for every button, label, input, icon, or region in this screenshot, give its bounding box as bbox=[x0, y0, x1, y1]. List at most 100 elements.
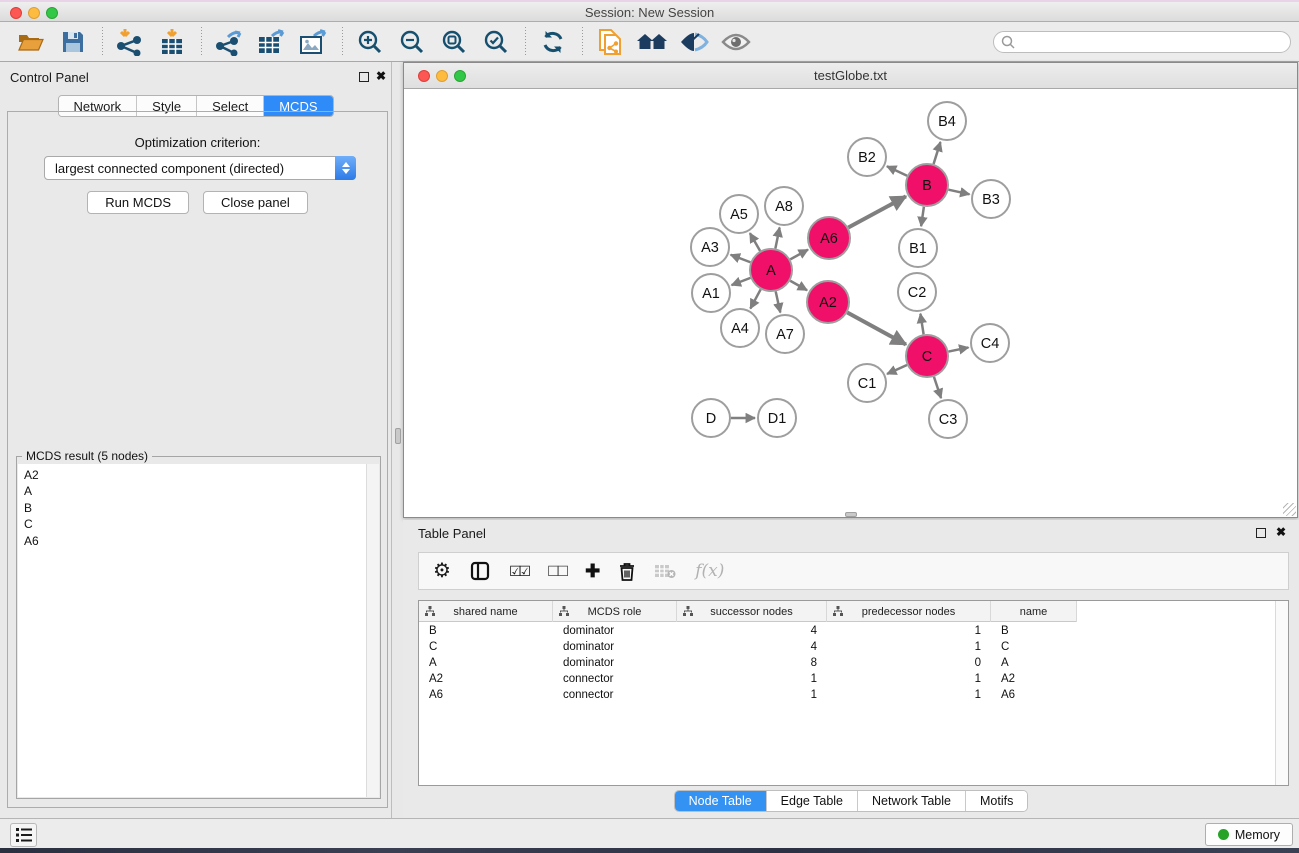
graph-node-A4[interactable]: A4 bbox=[721, 309, 759, 347]
table-row[interactable]: Bdominator41B bbox=[419, 623, 1288, 639]
tab-network-table[interactable]: Network Table bbox=[858, 791, 966, 811]
function-builder-icon[interactable]: f(x) bbox=[695, 561, 724, 581]
table-row[interactable]: A2connector11A2 bbox=[419, 671, 1288, 687]
add-column-icon[interactable]: ✚ bbox=[585, 561, 600, 582]
graph-node-B1[interactable]: B1 bbox=[899, 229, 937, 267]
mcds-result-list[interactable]: A2ABCA6 bbox=[18, 464, 379, 797]
mcds-result-item[interactable]: A6 bbox=[24, 533, 379, 549]
column-header-successor-nodes[interactable]: successor nodes bbox=[677, 601, 827, 622]
float-panel-icon[interactable] bbox=[359, 72, 369, 82]
graph-node-A1[interactable]: A1 bbox=[692, 274, 730, 312]
graph-node-C[interactable]: C bbox=[906, 335, 948, 377]
graph-node-D[interactable]: D bbox=[692, 399, 730, 437]
column-header-MCDS-role[interactable]: MCDS role bbox=[553, 601, 677, 622]
edge-B-B2[interactable] bbox=[887, 166, 907, 175]
edge-A-A3[interactable] bbox=[731, 255, 751, 262]
edge-A-A6[interactable] bbox=[790, 250, 808, 260]
mcds-result-item[interactable]: A2 bbox=[24, 467, 379, 483]
window-resize-grip[interactable] bbox=[1283, 503, 1296, 516]
close-panel-icon[interactable]: ✖ bbox=[376, 70, 386, 82]
export-image-icon[interactable] bbox=[296, 26, 330, 58]
import-network-icon[interactable] bbox=[113, 26, 147, 58]
run-mcds-button[interactable]: Run MCDS bbox=[87, 191, 189, 214]
table-row[interactable]: Cdominator41C bbox=[419, 639, 1288, 655]
graph-node-A5[interactable]: A5 bbox=[720, 195, 758, 233]
show-view-icon[interactable] bbox=[719, 26, 753, 58]
zoom-fit-icon[interactable] bbox=[437, 26, 471, 58]
column-header-shared-name[interactable]: shared name bbox=[419, 601, 553, 622]
graph-node-B2[interactable]: B2 bbox=[848, 138, 886, 176]
memory-button[interactable]: Memory bbox=[1205, 823, 1293, 846]
edge-B-B1[interactable] bbox=[921, 207, 924, 226]
tab-edge-table[interactable]: Edge Table bbox=[767, 791, 858, 811]
edge-A-A1[interactable] bbox=[732, 278, 751, 285]
edge-A-A5[interactable] bbox=[750, 233, 760, 251]
import-table-icon[interactable] bbox=[155, 26, 189, 58]
graph-node-C2[interactable]: C2 bbox=[898, 273, 936, 311]
export-table-icon[interactable] bbox=[254, 26, 288, 58]
edge-A-A4[interactable] bbox=[750, 289, 760, 308]
zoom-out-icon[interactable] bbox=[395, 26, 429, 58]
graph-node-A7[interactable]: A7 bbox=[766, 315, 804, 353]
show-columns-icon[interactable] bbox=[470, 561, 490, 581]
table-row[interactable]: A6connector11A6 bbox=[419, 687, 1288, 703]
graph-node-C4[interactable]: C4 bbox=[971, 324, 1009, 362]
edge-C-C3[interactable] bbox=[934, 377, 941, 398]
home-view-icon[interactable] bbox=[635, 26, 669, 58]
export-network-icon[interactable] bbox=[212, 26, 246, 58]
table-row[interactable]: Adominator80A bbox=[419, 655, 1288, 671]
graph-node-C1[interactable]: C1 bbox=[848, 364, 886, 402]
table-close-icon[interactable]: ✖ bbox=[1276, 526, 1286, 538]
result-list-scrollbar[interactable] bbox=[366, 464, 379, 797]
horizontal-scrollbar-thumb[interactable] bbox=[845, 512, 857, 517]
graph-node-B[interactable]: B bbox=[906, 164, 948, 206]
task-history-button[interactable] bbox=[10, 823, 37, 847]
graph-node-A[interactable]: A bbox=[750, 249, 792, 291]
mcds-result-item[interactable]: A bbox=[24, 483, 379, 499]
mcds-result-item[interactable]: C bbox=[24, 516, 379, 532]
graph-node-D1[interactable]: D1 bbox=[758, 399, 796, 437]
edge-A-A8[interactable] bbox=[775, 228, 779, 249]
graph-node-A8[interactable]: A8 bbox=[765, 187, 803, 225]
edge-A-A7[interactable] bbox=[776, 291, 781, 312]
unselect-all-checkboxes-icon[interactable]: ☐☐ bbox=[547, 563, 566, 580]
edge-B-B3[interactable] bbox=[948, 190, 969, 195]
graph-node-A6[interactable]: A6 bbox=[808, 217, 850, 259]
graph-node-B4[interactable]: B4 bbox=[928, 102, 966, 140]
close-panel-button[interactable]: Close panel bbox=[203, 191, 308, 214]
network-canvas[interactable]: B4 B2 B B3 A8A5 A6 A3 B1 A A1 C2 A2 A4A7 C4 C C1 C3 D D1 bbox=[404, 89, 1297, 517]
edge-A2-C[interactable] bbox=[847, 313, 906, 345]
tab-motifs[interactable]: Motifs bbox=[966, 791, 1027, 811]
clone-network-icon[interactable] bbox=[593, 26, 627, 58]
graph-node-A3[interactable]: A3 bbox=[691, 228, 729, 266]
edge-C-C2[interactable] bbox=[920, 314, 923, 335]
graph-node-A2[interactable]: A2 bbox=[807, 281, 849, 323]
delete-table-icon[interactable] bbox=[654, 563, 676, 579]
network-graph[interactable]: B4 B2 B B3 A8A5 A6 A3 B1 A A1 C2 A2 A4A7 C4 C C1 C3 D D1 bbox=[404, 89, 1297, 517]
edge-C-C4[interactable] bbox=[949, 347, 969, 351]
edge-A6-B[interactable] bbox=[848, 196, 906, 227]
table-float-icon[interactable] bbox=[1256, 528, 1266, 538]
hide-show-panels-icon[interactable] bbox=[677, 26, 711, 58]
optimization-criterion-select[interactable]: largest connected component (directed) bbox=[44, 156, 356, 180]
delete-columns-icon[interactable] bbox=[619, 562, 635, 581]
graph-node-C3[interactable]: C3 bbox=[929, 400, 967, 438]
network-window-titlebar[interactable]: testGlobe.txt bbox=[404, 63, 1297, 89]
column-header-predecessor-nodes[interactable]: predecessor nodes bbox=[827, 601, 991, 622]
search-input[interactable] bbox=[993, 31, 1291, 53]
tab-node-table[interactable]: Node Table bbox=[675, 791, 767, 811]
graph-node-B3[interactable]: B3 bbox=[972, 180, 1010, 218]
save-session-icon[interactable] bbox=[56, 26, 90, 58]
vertical-scrollbar-thumb[interactable] bbox=[395, 428, 401, 444]
table-scrollbar[interactable] bbox=[1275, 601, 1288, 785]
column-header-name[interactable]: name bbox=[991, 601, 1077, 622]
refresh-layout-icon[interactable] bbox=[536, 26, 570, 58]
settings-gear-icon[interactable]: ⚙ bbox=[433, 561, 451, 581]
zoom-selected-icon[interactable] bbox=[479, 26, 513, 58]
edge-B-B4[interactable] bbox=[934, 142, 941, 164]
zoom-in-icon[interactable] bbox=[353, 26, 387, 58]
edge-C-C1[interactable] bbox=[887, 365, 907, 374]
select-all-checkboxes-icon[interactable]: ☑☑ bbox=[509, 563, 528, 580]
open-session-icon[interactable] bbox=[14, 26, 48, 58]
mcds-result-item[interactable]: B bbox=[24, 500, 379, 516]
